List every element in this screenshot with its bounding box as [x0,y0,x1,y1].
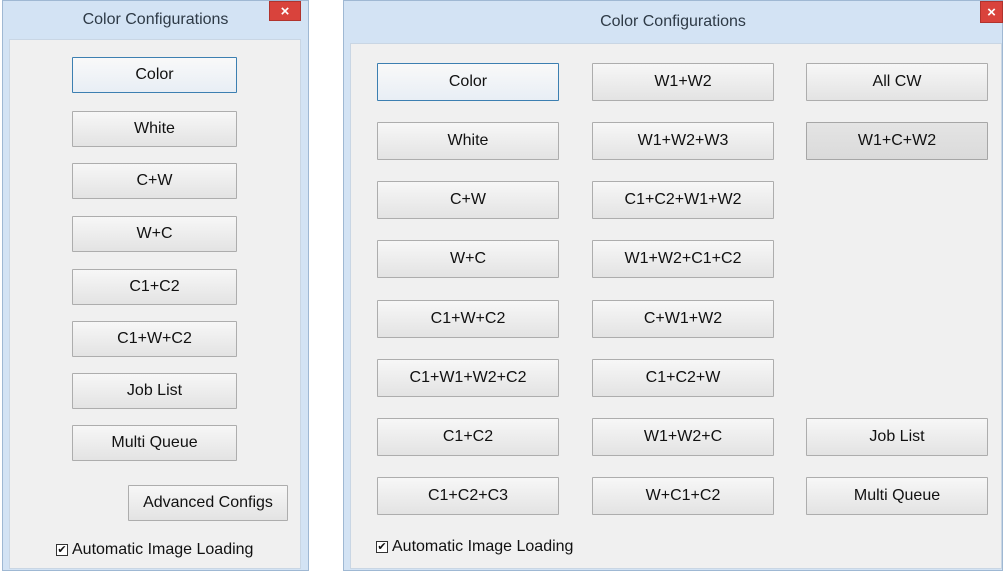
c1-w1-w2-c2-button[interactable]: C1+W1+W2+C2 [377,359,559,397]
w-c-button[interactable]: W+C [377,240,559,278]
small-window-client: Color White C+W W+C C1+C2 C1+W+C2 Job Li… [9,39,301,569]
small-auto-image-loading-checkbox[interactable]: ✔ Automatic Image Loading [56,541,253,559]
c1-c2-c3-button[interactable]: C1+C2+C3 [377,477,559,515]
job-list-button[interactable]: Job List [806,418,988,456]
c-w-button[interactable]: C+W [377,181,559,219]
w1-w2-w3-button[interactable]: W1+W2+W3 [592,122,774,160]
c-w1-w2-button[interactable]: C+W1+W2 [592,300,774,338]
small-c-w-button[interactable]: C+W [72,163,237,199]
w1-w2-button[interactable]: W1+W2 [592,63,774,101]
checkbox-label: Automatic Image Loading [392,538,574,555]
small-w-c-button[interactable]: W+C [72,216,237,252]
large-window-title: Color Configurations [600,13,746,30]
all-cw-button[interactable]: All CW [806,63,988,101]
checkbox-box[interactable]: ✔ [56,544,68,556]
small-c1-c2-button[interactable]: C1+C2 [72,269,237,305]
small-window-titlebar: Color Configurations [3,1,308,39]
advanced-configs-button[interactable]: Advanced Configs [128,485,288,521]
w1-w2-c1-c2-button[interactable]: W1+W2+C1+C2 [592,240,774,278]
auto-image-loading-checkbox[interactable]: ✔ Automatic Image Loading [376,538,573,556]
check-icon: ✔ [57,543,67,556]
small-multi-queue-button[interactable]: Multi Queue [72,425,237,461]
white-button[interactable]: White [377,122,559,160]
c1-c2-button[interactable]: C1+C2 [377,418,559,456]
color-button[interactable]: Color [377,63,559,101]
w-c1-c2-button[interactable]: W+C1+C2 [592,477,774,515]
small-color-button[interactable]: Color [72,57,237,93]
close-icon: × [987,3,996,21]
small-window-title: Color Configurations [82,11,229,28]
multi-queue-button[interactable]: Multi Queue [806,477,988,515]
w1-c-w2-button[interactable]: W1+C+W2 [806,122,988,160]
check-icon: ✔ [377,540,387,553]
close-icon: × [280,2,290,20]
c1-w-c2-button[interactable]: C1+W+C2 [377,300,559,338]
c1-c2-w-button[interactable]: C1+C2+W [592,359,774,397]
large-window: Color Configurations × Color White C+W W… [343,0,1003,571]
small-window-close-button[interactable]: × [269,1,301,21]
small-white-button[interactable]: White [72,111,237,147]
small-window: Color Configurations × Color White C+W W… [2,0,309,571]
checkbox-box[interactable]: ✔ [376,541,388,553]
large-window-titlebar: Color Configurations [344,1,1002,43]
large-window-close-button[interactable]: × [980,1,1003,23]
c1-c2-w1-w2-button[interactable]: C1+C2+W1+W2 [592,181,774,219]
large-window-client: Color White C+W W+C C1+W+C2 C1+W1+W2+C2 … [350,43,1002,569]
small-c1-w-c2-button[interactable]: C1+W+C2 [72,321,237,357]
small-checkbox-label: Automatic Image Loading [72,541,254,558]
w1-w2-c-button[interactable]: W1+W2+C [592,418,774,456]
small-job-list-button[interactable]: Job List [72,373,237,409]
